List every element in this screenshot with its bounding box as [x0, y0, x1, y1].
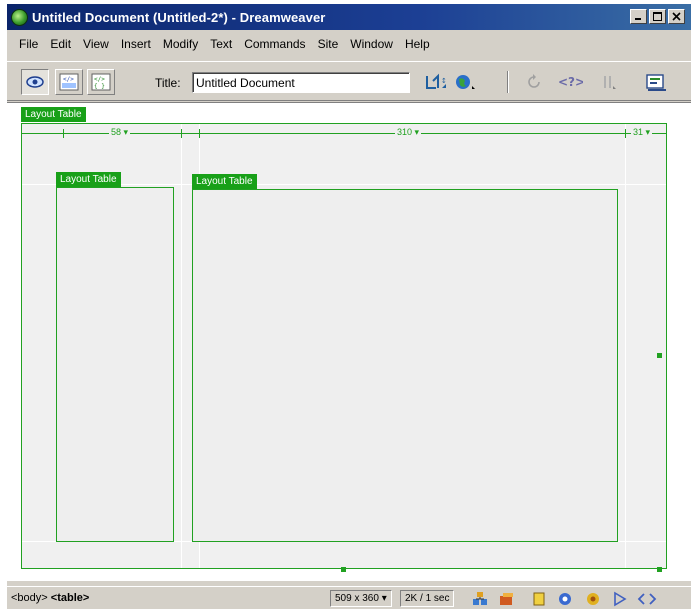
file-management-button[interactable]: ↕: [424, 70, 450, 94]
site-icon: [473, 592, 487, 605]
code-view-icon: </> { }: [91, 73, 111, 91]
title-bar[interactable]: Untitled Document (Untitled-2*) - Dreamw…: [7, 4, 691, 30]
download-stats: 2K / 1 sec: [400, 590, 455, 607]
refresh-icon: [528, 74, 540, 88]
reference-button[interactable]: [644, 70, 670, 94]
resize-handle-bottom[interactable]: [341, 567, 346, 572]
code-navigation-icon: <?>: [558, 75, 583, 89]
menu-edit[interactable]: Edit: [44, 33, 77, 55]
reference-icon: [646, 74, 666, 91]
history-icon: [614, 591, 627, 607]
column-width-menu-2[interactable]: 310 ▾: [395, 127, 422, 138]
right-layout-table[interactable]: [192, 189, 618, 542]
resize-handle-right[interactable]: [657, 353, 662, 358]
menu-site[interactable]: Site: [312, 33, 345, 55]
view-options-button[interactable]: [596, 70, 622, 94]
css-styles-icon: [559, 593, 571, 605]
menu-modify[interactable]: Modify: [157, 33, 204, 55]
tag-selector-table[interactable]: <table>: [51, 592, 90, 604]
menu-help[interactable]: Help: [399, 33, 436, 55]
code-inspector-icon: [637, 593, 657, 605]
menu-file[interactable]: File: [13, 33, 44, 55]
window-title: Untitled Document (Untitled-2*) - Dreamw…: [32, 9, 326, 25]
ruler-tick: [625, 129, 626, 138]
toolbar-separator: [507, 71, 509, 93]
code-and-design-view-icon: </>: [59, 73, 79, 91]
behaviors-launcher[interactable]: [583, 590, 603, 608]
column-width-menu-1[interactable]: 58 ▾: [109, 127, 131, 138]
right-layout-table-tab[interactable]: Layout Table: [192, 174, 257, 189]
resize-handle-corner[interactable]: [657, 567, 662, 572]
close-icon: [672, 12, 681, 21]
left-layout-table-tab[interactable]: Layout Table: [56, 172, 121, 187]
outer-layout-table-tab[interactable]: Layout Table: [21, 107, 86, 122]
dreamweaver-window: Untitled Document (Untitled-2*) - Dreamw…: [7, 4, 691, 609]
ruler-tick: [21, 129, 22, 138]
document-window[interactable]: Layout Table 58 ▾ 310 ▾ 31 ▾ Layout Tabl…: [7, 102, 691, 581]
preview-in-browser-icon: [456, 75, 475, 89]
history-launcher[interactable]: [610, 590, 630, 608]
svg-text:↕: ↕: [441, 77, 447, 85]
code-navigation-button[interactable]: <?>: [557, 70, 583, 94]
css-styles-launcher[interactable]: [555, 590, 575, 608]
tag-selector-body[interactable]: <body>: [11, 592, 48, 604]
file-management-icon: ↕: [426, 73, 447, 89]
svg-text:<?>: <?>: [558, 75, 583, 89]
menu-window[interactable]: Window: [344, 33, 399, 55]
status-bar: <body> <table> 509 x 360 ▾ 2K / 1 sec: [7, 586, 691, 609]
menu-insert[interactable]: Insert: [115, 33, 157, 55]
code-and-design-view-button[interactable]: </>: [55, 69, 83, 95]
maximize-button[interactable]: [649, 9, 666, 24]
menu-bar: File Edit View Insert Modify Text Comman…: [7, 33, 691, 55]
assets-icon: [500, 593, 513, 605]
svg-text:</>: </>: [94, 76, 105, 83]
maximize-icon: [653, 12, 662, 21]
ruler-tick: [63, 129, 64, 138]
behaviors-icon: [587, 593, 599, 605]
document-toolbar: </> </> { } Title: ↕: [7, 61, 691, 101]
title-input[interactable]: [192, 72, 410, 93]
ruler-tick: [181, 129, 182, 138]
column-header-ruler: 58 ▾ 310 ▾ 31 ▾: [21, 127, 667, 139]
site-launcher[interactable]: [470, 590, 490, 608]
column-width-menu-3[interactable]: 31 ▾: [631, 127, 653, 138]
dreamweaver-logo-icon[interactable]: [11, 8, 28, 26]
minimize-button[interactable]: [630, 9, 647, 24]
refresh-button[interactable]: [521, 70, 547, 94]
ruler-tick: [666, 129, 667, 138]
close-button[interactable]: [668, 9, 685, 24]
ruler-tick: [199, 129, 200, 138]
design-view-icon: [26, 76, 44, 88]
assets-launcher[interactable]: [497, 590, 517, 608]
minimize-icon: [635, 18, 641, 20]
svg-text:{ }: { }: [94, 83, 105, 90]
svg-text:</>: </>: [63, 76, 74, 83]
preview-in-browser-button[interactable]: [453, 70, 479, 94]
tag-selector: <body> <table>: [11, 592, 89, 604]
left-layout-table[interactable]: [56, 187, 174, 542]
window-controls: [630, 9, 685, 24]
code-view-button[interactable]: </> { }: [87, 69, 115, 95]
menu-commands[interactable]: Commands: [238, 33, 311, 55]
menu-view[interactable]: View: [77, 33, 115, 55]
view-options-icon: [604, 76, 616, 89]
html-styles-launcher[interactable]: [529, 590, 549, 608]
window-size-menu[interactable]: 509 x 360 ▾: [330, 590, 392, 607]
code-inspector-launcher[interactable]: [637, 590, 657, 608]
guide-line: [181, 124, 182, 568]
title-label: Title:: [155, 76, 181, 90]
guide-line: [625, 124, 626, 568]
html-styles-icon: [533, 592, 545, 606]
menu-text[interactable]: Text: [204, 33, 238, 55]
design-view-button[interactable]: [21, 69, 49, 95]
